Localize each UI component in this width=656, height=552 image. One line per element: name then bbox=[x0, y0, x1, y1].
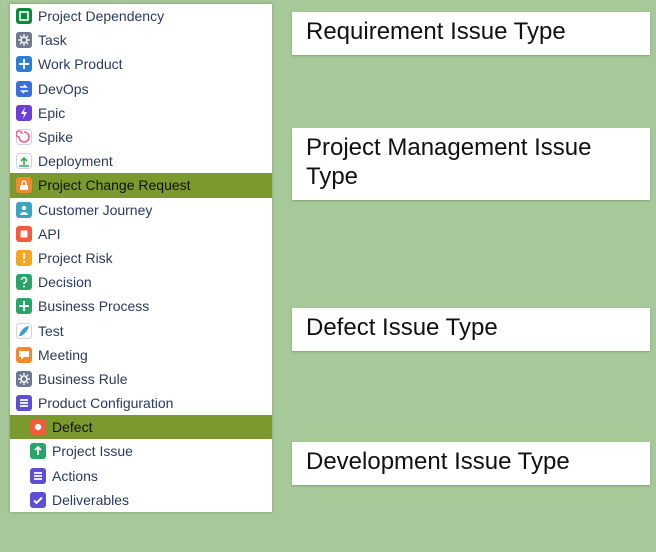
sidebar-item-decision[interactable]: Decision bbox=[10, 270, 272, 294]
actions-icon bbox=[30, 468, 46, 484]
sidebar-item-business-rule[interactable]: Business Rule bbox=[10, 367, 272, 391]
sidebar-item-api[interactable]: API bbox=[10, 222, 272, 246]
config-icon bbox=[16, 395, 32, 411]
deployment-icon bbox=[16, 153, 32, 169]
sidebar-item-deployment[interactable]: Deployment bbox=[10, 149, 272, 173]
callout-text: Defect Issue Type bbox=[306, 314, 498, 341]
issue-icon bbox=[30, 443, 46, 459]
sidebar-item-label: Deliverables bbox=[52, 492, 129, 508]
callout-development: Development Issue Type bbox=[292, 442, 650, 485]
sidebar-item-label: Project Dependency bbox=[38, 8, 164, 24]
work-product-icon bbox=[16, 56, 32, 72]
task-icon bbox=[16, 32, 32, 48]
pd-icon bbox=[16, 8, 32, 24]
callout-defect: Defect Issue Type bbox=[292, 308, 650, 351]
sidebar-item-label: Work Product bbox=[38, 56, 123, 72]
sidebar-item-label: Epic bbox=[38, 105, 65, 121]
sidebar-item-test[interactable]: Test bbox=[10, 318, 272, 342]
callout-text: Development Issue Type bbox=[306, 448, 570, 475]
sidebar-item-label: Task bbox=[38, 32, 67, 48]
pcr-icon bbox=[16, 177, 32, 193]
sidebar-item-epic[interactable]: Epic bbox=[10, 101, 272, 125]
deliverables-icon bbox=[30, 492, 46, 508]
sidebar-item-label: Meeting bbox=[38, 347, 88, 363]
sidebar-item-label: Project Risk bbox=[38, 250, 113, 266]
rule-icon bbox=[16, 371, 32, 387]
sidebar-item-label: Deployment bbox=[38, 153, 113, 169]
sidebar-item-meeting[interactable]: Meeting bbox=[10, 343, 272, 367]
sidebar-item-task[interactable]: Task bbox=[10, 28, 272, 52]
sidebar-item-label: Customer Journey bbox=[38, 202, 152, 218]
sidebar-item-label: Business Process bbox=[38, 298, 149, 314]
sidebar-item-project-issue[interactable]: Project Issue bbox=[10, 439, 272, 463]
epic-icon bbox=[16, 105, 32, 121]
sidebar-item-label: Spike bbox=[38, 129, 73, 145]
sidebar-item-label: Project Issue bbox=[52, 443, 133, 459]
sidebar-item-product-configuration[interactable]: Product Configuration bbox=[10, 391, 272, 415]
issue-type-sidebar: Project Dependency Task Work Product DevOps… bbox=[10, 4, 272, 512]
sidebar-item-label: Decision bbox=[38, 274, 92, 290]
sidebar-item-project-change-request[interactable]: Project Change Request bbox=[10, 173, 272, 197]
sidebar-item-label: Project Change Request bbox=[38, 177, 191, 193]
decision-icon bbox=[16, 274, 32, 290]
devops-icon bbox=[16, 81, 32, 97]
sidebar-item-devops[interactable]: DevOps bbox=[10, 77, 272, 101]
api-icon bbox=[16, 226, 32, 242]
journey-icon bbox=[16, 202, 32, 218]
sidebar-item-project-dependency[interactable]: Project Dependency bbox=[10, 4, 272, 28]
sidebar-item-label: Product Configuration bbox=[38, 395, 173, 411]
sidebar-item-deliverables[interactable]: Deliverables bbox=[10, 488, 272, 512]
screenshot-canvas: Project Dependency Task Work Product DevOps… bbox=[0, 0, 656, 552]
meeting-icon bbox=[16, 347, 32, 363]
sidebar-item-actions[interactable]: Actions bbox=[10, 464, 272, 488]
sidebar-item-label: Business Rule bbox=[38, 371, 128, 387]
sidebar-item-work-product[interactable]: Work Product bbox=[10, 52, 272, 76]
test-icon bbox=[16, 323, 32, 339]
sidebar-item-label: API bbox=[38, 226, 61, 242]
bp-icon bbox=[16, 298, 32, 314]
risk-icon bbox=[16, 250, 32, 266]
callout-text: Project Management Issue Type bbox=[306, 134, 591, 190]
sidebar-item-business-process[interactable]: Business Process bbox=[10, 294, 272, 318]
sidebar-item-spike[interactable]: Spike bbox=[10, 125, 272, 149]
sidebar-item-label: Actions bbox=[52, 468, 98, 484]
defect-icon bbox=[30, 419, 46, 435]
callout-text: Requirement Issue Type bbox=[306, 18, 566, 45]
sidebar-item-label: Defect bbox=[52, 419, 92, 435]
callout-requirement: Requirement Issue Type bbox=[292, 12, 650, 55]
sidebar-item-defect[interactable]: Defect bbox=[10, 415, 272, 439]
callout-project-management: Project Management Issue Type bbox=[292, 128, 650, 200]
sidebar-item-project-risk[interactable]: Project Risk bbox=[10, 246, 272, 270]
sidebar-item-label: DevOps bbox=[38, 81, 89, 97]
spike-icon bbox=[16, 129, 32, 145]
sidebar-item-customer-journey[interactable]: Customer Journey bbox=[10, 198, 272, 222]
sidebar-item-label: Test bbox=[38, 323, 64, 339]
